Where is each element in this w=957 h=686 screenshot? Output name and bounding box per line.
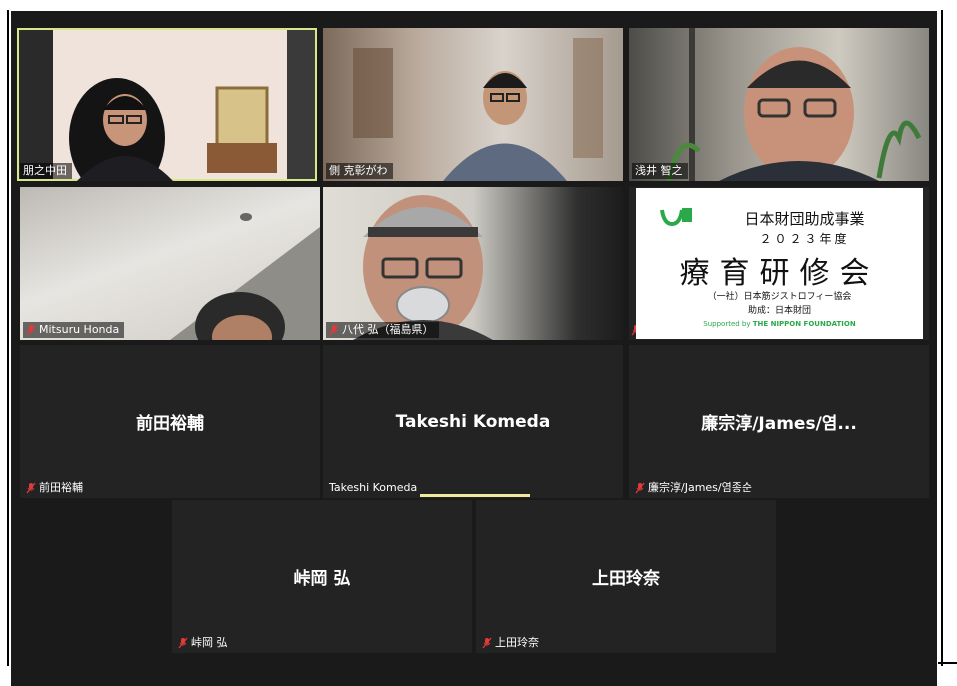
participant-name: 八代 弘（福島県）: [342, 323, 434, 336]
participant-video-3: [666, 28, 922, 181]
participant-tile-1[interactable]: 朋之中田: [17, 28, 317, 181]
slide-supported-by: Supported by THE NIPPON FOUNDATION: [636, 320, 923, 328]
participant-name: 朋之中田: [23, 164, 67, 177]
participant-video-2: [353, 38, 603, 181]
participant-display-name: 前田裕輔: [136, 414, 204, 434]
window-border-right: [941, 10, 943, 666]
participant-name-tag: 廉宗淳/James/염종순: [632, 480, 757, 496]
participant-display-name: 上田玲奈: [592, 569, 660, 589]
microphone-muted-icon: [482, 637, 492, 649]
participant-tile-10[interactable]: 上田玲奈 上田玲奈: [476, 500, 776, 653]
slide-title: 療育研修会: [679, 256, 880, 291]
participant-tile-8[interactable]: 廉宗淳/James/염... 廉宗淳/James/염종순: [629, 345, 929, 498]
microphone-muted-icon: [329, 324, 339, 336]
active-speaker-indicator: [420, 494, 530, 497]
participant-display-name: 廉宗淳/James/염...: [701, 414, 857, 434]
participant-tile-5[interactable]: 八代 弘（福島県）: [323, 187, 623, 340]
shared-slide: 日本財団助成事業 ２０２３年度 療育研修会 （一社）日本筋ジストロフィー協会 助…: [636, 188, 923, 339]
participant-name: Mitsuru Honda: [39, 323, 120, 336]
participant-name-tag: 上田玲奈: [479, 635, 544, 651]
slide-grant: 助成：日本財団: [747, 306, 811, 316]
participant-name-tag: Mitsuru Honda: [23, 322, 125, 338]
participant-tile-2[interactable]: 側 克彰がわ: [323, 28, 623, 181]
participant-name: 側 克彰がわ: [329, 164, 388, 177]
participant-name-tag: Takeshi Komeda: [326, 480, 422, 496]
microphone-muted-icon: [635, 482, 645, 494]
participant-video-5: [353, 195, 493, 340]
participant-name-tag: 八代 弘（福島県）: [326, 322, 439, 338]
participant-tile-3[interactable]: 浅井 智之: [629, 28, 929, 181]
window-border-bottom: [938, 662, 957, 664]
participant-tile-4[interactable]: Mitsuru Honda: [20, 187, 320, 340]
supported-by-text: Supported by: [703, 320, 751, 328]
microphone-muted-icon: [178, 637, 188, 649]
microphone-muted-icon: [26, 324, 36, 336]
participant-name-tag: 朋之中田: [20, 163, 72, 179]
participant-video-1: [69, 78, 277, 181]
participant-name-tag: 側 克彰がわ: [326, 163, 393, 179]
participant-name: 廉宗淳/James/염종순: [648, 481, 752, 494]
participant-tile-9[interactable]: 峠岡 弘 峠岡 弘: [172, 500, 472, 653]
participant-display-name: Takeshi Komeda: [395, 411, 551, 432]
participant-name: 上田玲奈: [495, 636, 539, 649]
participant-video-4: [170, 213, 320, 340]
participant-name: Takeshi Komeda: [329, 481, 418, 494]
slide-header: 日本財団助成事業: [744, 210, 865, 228]
participant-name: 前田裕輔: [39, 481, 83, 494]
video-gallery: 朋之中田 側 克彰がわ 浅井 智之 Mitsuru Honda 八代 弘（福島県…: [11, 11, 937, 686]
participant-name-tag: 前田裕輔: [23, 480, 88, 496]
microphone-muted-icon: [26, 482, 36, 494]
slide-organization: （一社）日本筋ジストロフィー協会: [707, 292, 852, 302]
window-border-left: [7, 10, 9, 666]
participant-tile-7[interactable]: Takeshi Komeda Takeshi Komeda: [323, 345, 623, 498]
slide-year: ２０２３年度: [759, 232, 850, 246]
participant-name-tag: 峠岡 弘: [175, 635, 233, 651]
participant-name-tag: 浅井 智之: [632, 163, 688, 179]
participant-name: 峠岡 弘: [191, 636, 228, 649]
participant-tile-6[interactable]: 前田裕輔 前田裕輔: [20, 345, 320, 498]
participant-display-name: 峠岡 弘: [293, 569, 351, 589]
participant-name: 浅井 智之: [635, 164, 683, 177]
foundation-name: THE NIPPON FOUNDATION: [752, 320, 856, 328]
